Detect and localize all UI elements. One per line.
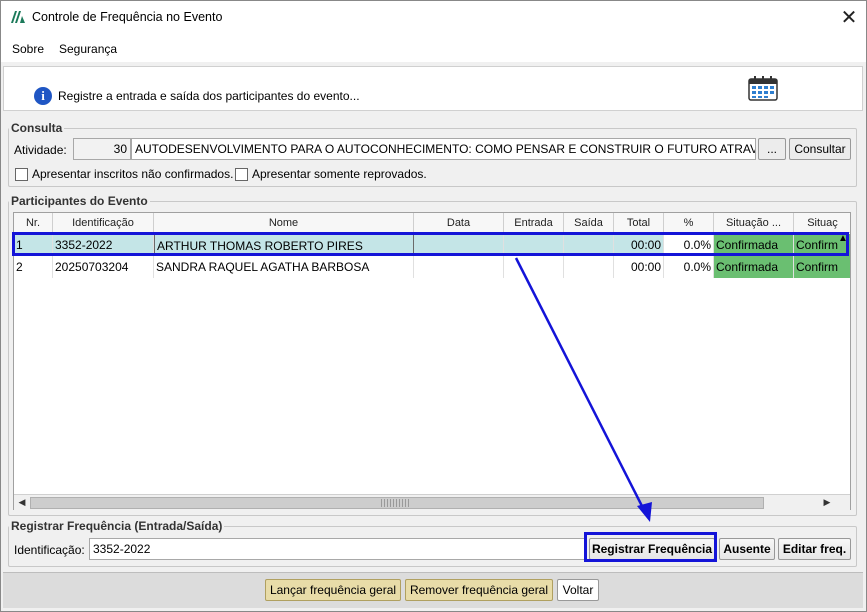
col-header-saida[interactable]: Saída	[564, 213, 614, 233]
identificacao-label: Identificação:	[14, 543, 85, 557]
row2-nome[interactable]: SANDRA RAQUEL AGATHA BARBOSA	[154, 256, 414, 278]
row2-data	[414, 256, 504, 278]
button-highlight-annotation	[584, 532, 717, 562]
calendar-icon	[748, 76, 778, 101]
ausente-button[interactable]: Ausente	[719, 538, 775, 560]
scroll-grip-icon	[381, 499, 411, 507]
row2-percent: 0.0%	[664, 256, 714, 278]
info-icon: i	[34, 87, 52, 105]
col-header-situacao[interactable]: Situação ...	[714, 213, 794, 233]
menu-seguranca[interactable]: Segurança	[59, 42, 117, 56]
col-header-data[interactable]: Data	[414, 213, 504, 233]
banner-text: Registre a entrada e saída dos participa…	[58, 89, 360, 103]
nao-confirmados-label: Apresentar inscritos não confirmados.	[32, 167, 234, 181]
col-header-nome[interactable]: Nome	[154, 213, 414, 233]
lancar-frequencia-geral-button[interactable]: Lançar frequência geral	[265, 579, 401, 601]
identificacao-input[interactable]: 3352-2022	[89, 538, 586, 560]
col-header-identificacao[interactable]: Identificação	[53, 213, 154, 233]
col-header-entrada[interactable]: Entrada	[504, 213, 564, 233]
atividade-description-field[interactable]: AUTODESENVOLVIMENTO PARA O AUTOCONHECIME…	[131, 138, 756, 160]
editar-freq-button[interactable]: Editar freq.	[778, 538, 851, 560]
participantes-legend: Participantes do Evento	[11, 194, 148, 208]
registrar-legend: Registrar Frequência (Entrada/Saída)	[11, 519, 223, 533]
close-button[interactable]: ✕	[834, 3, 864, 33]
app-logo-icon	[11, 11, 25, 23]
atividade-label: Atividade:	[14, 143, 67, 157]
reprovados-checkbox[interactable]	[235, 168, 248, 181]
col-header-nr[interactable]: Nr.	[14, 213, 53, 233]
consultar-button[interactable]: Consultar	[789, 138, 851, 160]
atividade-code-field[interactable]: 30	[73, 138, 131, 160]
consulta-legend: Consulta	[11, 121, 63, 135]
row2-nr: 2	[14, 256, 53, 278]
remover-frequencia-geral-button[interactable]: Remover frequência geral	[405, 579, 553, 601]
scroll-left-icon[interactable]: ◀	[17, 497, 27, 507]
close-icon: ✕	[840, 7, 858, 29]
row2-situacao-2: Confirm	[794, 256, 850, 278]
nao-confirmados-checkbox[interactable]	[15, 168, 28, 181]
col-header-total[interactable]: Total	[614, 213, 664, 233]
row-highlight-annotation	[12, 232, 849, 256]
scroll-right-icon[interactable]: ▶	[822, 497, 832, 507]
participants-grid[interactable]: Nr. Identificação Nome Data Entrada Saíd…	[13, 212, 851, 510]
window-title: Controle de Frequência no Evento	[32, 10, 223, 24]
voltar-button[interactable]: Voltar	[557, 579, 599, 601]
reprovados-label: Apresentar somente reprovados.	[252, 167, 427, 181]
menu-sobre[interactable]: Sobre	[12, 42, 44, 56]
col-header-situacao-2[interactable]: Situaç	[794, 213, 850, 233]
menu-bar	[0, 36, 867, 62]
browse-button[interactable]: ...	[758, 138, 786, 160]
row2-identificacao: 20250703204	[53, 256, 154, 278]
row2-situacao: Confirmada	[714, 256, 794, 278]
arrow-annotation-icon	[514, 257, 652, 522]
col-header-percent[interactable]: %	[664, 213, 714, 233]
